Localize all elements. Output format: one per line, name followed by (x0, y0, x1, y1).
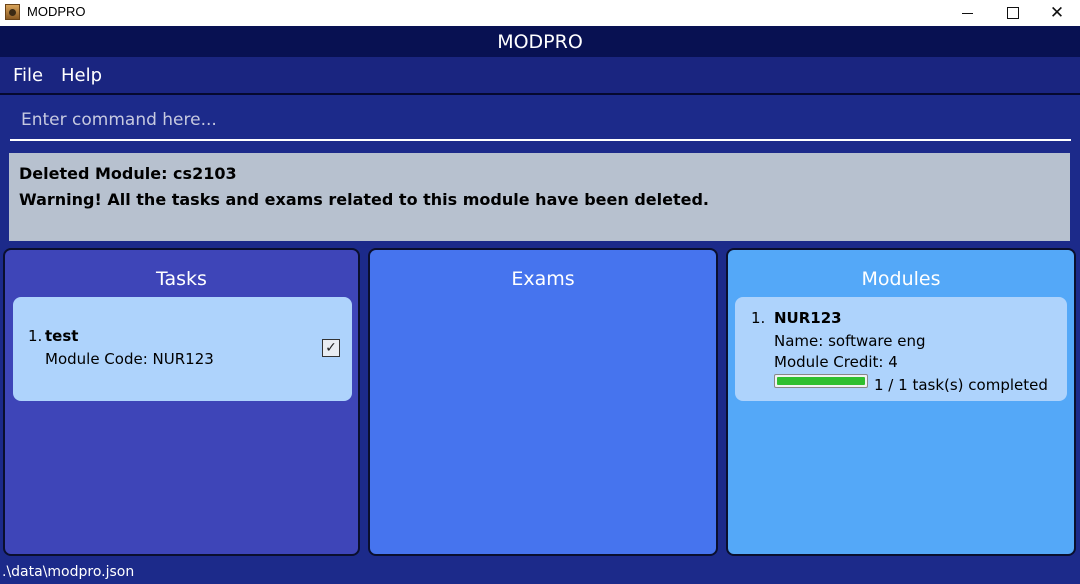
tasks-panel: Tasks 1. test Module Code: NUR123 ✓ (3, 248, 360, 556)
status-file-path: .\data\modpro.json (2, 564, 135, 580)
tasks-panel-title: Tasks (156, 268, 207, 290)
menu-file[interactable]: File (13, 65, 43, 86)
modules-panel: Modules 1. NUR123 Name: software eng Mod… (726, 248, 1076, 556)
minimize-button[interactable] (944, 0, 990, 26)
command-box (10, 101, 1071, 141)
app-icon (5, 4, 20, 20)
task-done-checkbox[interactable]: ✓ (322, 339, 340, 357)
maximize-icon (1007, 7, 1019, 19)
task-module-code: Module Code: NUR123 (45, 350, 214, 368)
check-icon: ✓ (325, 340, 337, 356)
result-line-2: Warning! All the tasks and exams related… (19, 190, 709, 209)
module-credit: Module Credit: 4 (774, 353, 898, 371)
module-code: NUR123 (774, 309, 842, 327)
menu-bar: File Help (0, 57, 1080, 95)
window-title: MODPRO (27, 4, 86, 19)
result-display: Deleted Module: cs2103 Warning! All the … (9, 153, 1070, 241)
modules-panel-title: Modules (861, 268, 941, 290)
menu-help[interactable]: Help (61, 65, 102, 86)
command-input[interactable] (10, 101, 1071, 139)
exams-panel-title: Exams (511, 268, 575, 290)
result-line-1: Deleted Module: cs2103 (19, 164, 237, 183)
status-bar: .\data\modpro.json (0, 562, 1080, 584)
maximize-button[interactable] (990, 0, 1036, 26)
app-title: MODPRO (497, 30, 583, 53)
close-button[interactable]: ✕ (1034, 0, 1080, 26)
app-header: MODPRO (0, 26, 1080, 57)
module-progress-text: 1 / 1 task(s) completed (874, 376, 1048, 394)
task-card[interactable]: 1. test Module Code: NUR123 ✓ (13, 297, 352, 401)
window-titlebar: MODPRO ✕ (0, 0, 1080, 26)
minimize-icon (961, 12, 973, 14)
close-icon: ✕ (1049, 3, 1065, 22)
module-name: Name: software eng (774, 332, 926, 350)
module-index: 1. (751, 309, 766, 327)
task-name: test (45, 327, 79, 345)
module-progress-fill (777, 377, 865, 385)
exams-panel: Exams (368, 248, 718, 556)
module-card[interactable]: 1. NUR123 Name: software eng Module Cred… (735, 297, 1067, 401)
module-progress-bar (774, 374, 868, 388)
task-index: 1. (28, 327, 43, 345)
